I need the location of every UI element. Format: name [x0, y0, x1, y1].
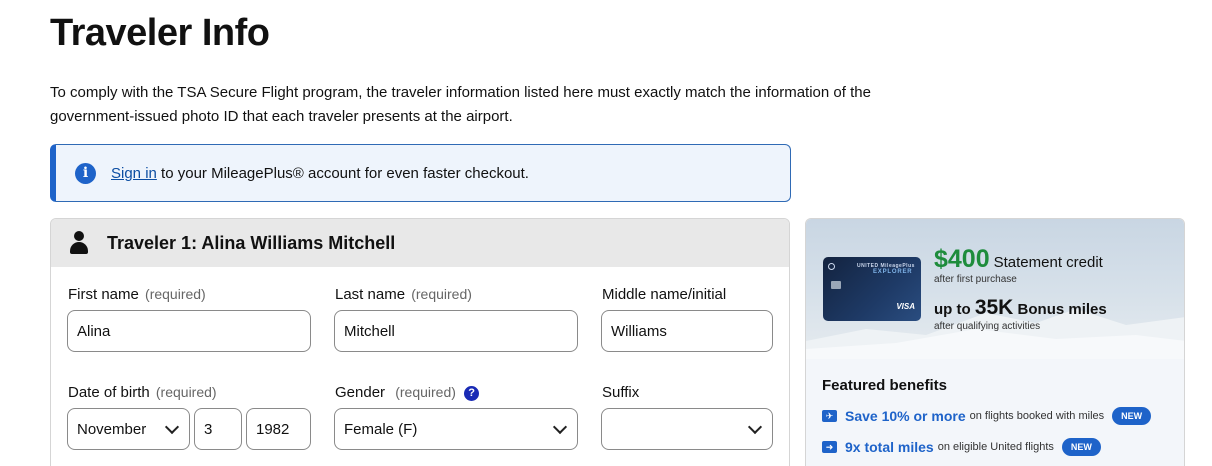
- sign-in-link[interactable]: Sign in: [111, 165, 157, 182]
- traveler-header: Traveler 1: Alina Williams Mitchell: [51, 219, 789, 267]
- new-badge: NEW: [1061, 438, 1101, 456]
- credit-amount: $400: [934, 245, 990, 273]
- required-hint: (required): [155, 384, 217, 400]
- credit-sub: after first purchase: [934, 274, 1017, 285]
- signin-message: Sign in to your MileagePlus® account for…: [111, 165, 529, 182]
- benefit-highlight: 9x total miles: [845, 439, 934, 455]
- first-name-value: Alina: [77, 322, 111, 340]
- required-hint: (required): [395, 384, 456, 400]
- benefit-highlight: Save 10% or more: [845, 408, 966, 424]
- traveler-heading: Traveler 1: Alina Williams Mitchell: [107, 232, 396, 253]
- visa-logo: VISA: [896, 302, 915, 311]
- credit-card-promo[interactable]: UNITED MileagePlus EXPLORER VISA $400 Sta…: [805, 218, 1185, 466]
- promo-hero: UNITED MileagePlus EXPLORER VISA $400 Sta…: [806, 219, 1184, 359]
- dob-month-select[interactable]: November: [67, 408, 190, 450]
- dob-year-value: 1982: [256, 420, 290, 438]
- miles-amount: 35K: [974, 296, 1014, 319]
- signin-message-text: to your MileagePlus® account for even fa…: [161, 164, 529, 182]
- benefit-item: ✈ Save 10% or more on flights booked wit…: [822, 407, 1184, 425]
- gender-value: Female (F): [344, 420, 418, 438]
- promo-miles: up to 35K Bonus miles: [934, 296, 1107, 320]
- chip-icon: [831, 281, 841, 289]
- suffix-label: Suffix: [602, 384, 640, 401]
- dob-day-input[interactable]: 3: [194, 408, 242, 450]
- suffix-select[interactable]: [601, 408, 773, 450]
- tsa-notice-line-2: government-issued photo ID that each tra…: [50, 108, 513, 125]
- benefit-item: ➜ 9x total miles on eligible United flig…: [822, 438, 1184, 456]
- benefit-text: on flights booked with miles: [969, 410, 1105, 422]
- last-name-label: Last name (required): [335, 286, 472, 303]
- middle-name-input[interactable]: Williams: [601, 310, 773, 352]
- middle-name-label: Middle name/initial: [602, 286, 727, 303]
- credit-text: Statement credit: [993, 254, 1103, 271]
- promo-credit: $400 Statement credit: [934, 245, 1103, 274]
- tsa-notice: To comply with the TSA Secure Flight pro…: [50, 81, 930, 129]
- promo-benefits: Featured benefits ✈ Save 10% or more on …: [806, 359, 1184, 466]
- miles-icon: ➜: [822, 441, 837, 453]
- last-name-label-text: Last name: [335, 286, 406, 303]
- globe-icon: [828, 263, 835, 270]
- tsa-notice-line-1: To comply with the TSA Secure Flight pro…: [50, 84, 871, 101]
- last-name-input[interactable]: Mitchell: [334, 310, 578, 352]
- first-name-label-text: First name: [68, 286, 139, 303]
- info-icon: i: [75, 162, 96, 184]
- credit-card-image: UNITED MileagePlus EXPLORER VISA: [823, 257, 921, 321]
- signin-banner: i Sign in to your MileagePlus® account f…: [50, 144, 791, 202]
- benefits-title: Featured benefits: [822, 377, 948, 394]
- page-title: Traveler Info: [50, 12, 270, 54]
- benefit-text: on eligible United flights: [937, 441, 1054, 453]
- first-name-input[interactable]: Alina: [67, 310, 311, 352]
- chevron-down-icon: [164, 419, 180, 434]
- help-icon[interactable]: ?: [464, 385, 480, 401]
- miles-text: Bonus miles: [1017, 301, 1107, 318]
- chevron-down-icon: [552, 419, 568, 434]
- dob-year-input[interactable]: 1982: [246, 408, 311, 450]
- miles-prefix: up to: [934, 301, 971, 318]
- dob-label-text: Date of birth: [68, 384, 150, 401]
- miles-sub: after qualifying activities: [934, 321, 1041, 332]
- gender-label: Gender (required) ?: [335, 384, 480, 401]
- required-hint: (required): [145, 286, 206, 302]
- middle-name-value: Williams: [611, 322, 667, 340]
- new-badge: NEW: [1112, 407, 1152, 425]
- dob-month-value: November: [77, 420, 147, 438]
- card-name: EXPLORER: [873, 269, 913, 275]
- chevron-down-icon: [747, 419, 763, 434]
- first-name-label: First name (required): [68, 286, 206, 303]
- ticket-icon: ✈: [822, 410, 837, 422]
- traveler-card: Traveler 1: Alina Williams Mitchell Firs…: [50, 218, 790, 466]
- dob-label: Date of birth (required): [68, 384, 217, 401]
- gender-label-text: Gender: [335, 384, 386, 401]
- last-name-value: Mitchell: [344, 322, 395, 340]
- gender-select[interactable]: Female (F): [334, 408, 578, 450]
- person-icon: [69, 231, 89, 255]
- dob-day-value: 3: [204, 420, 213, 438]
- required-hint: (required): [411, 286, 472, 302]
